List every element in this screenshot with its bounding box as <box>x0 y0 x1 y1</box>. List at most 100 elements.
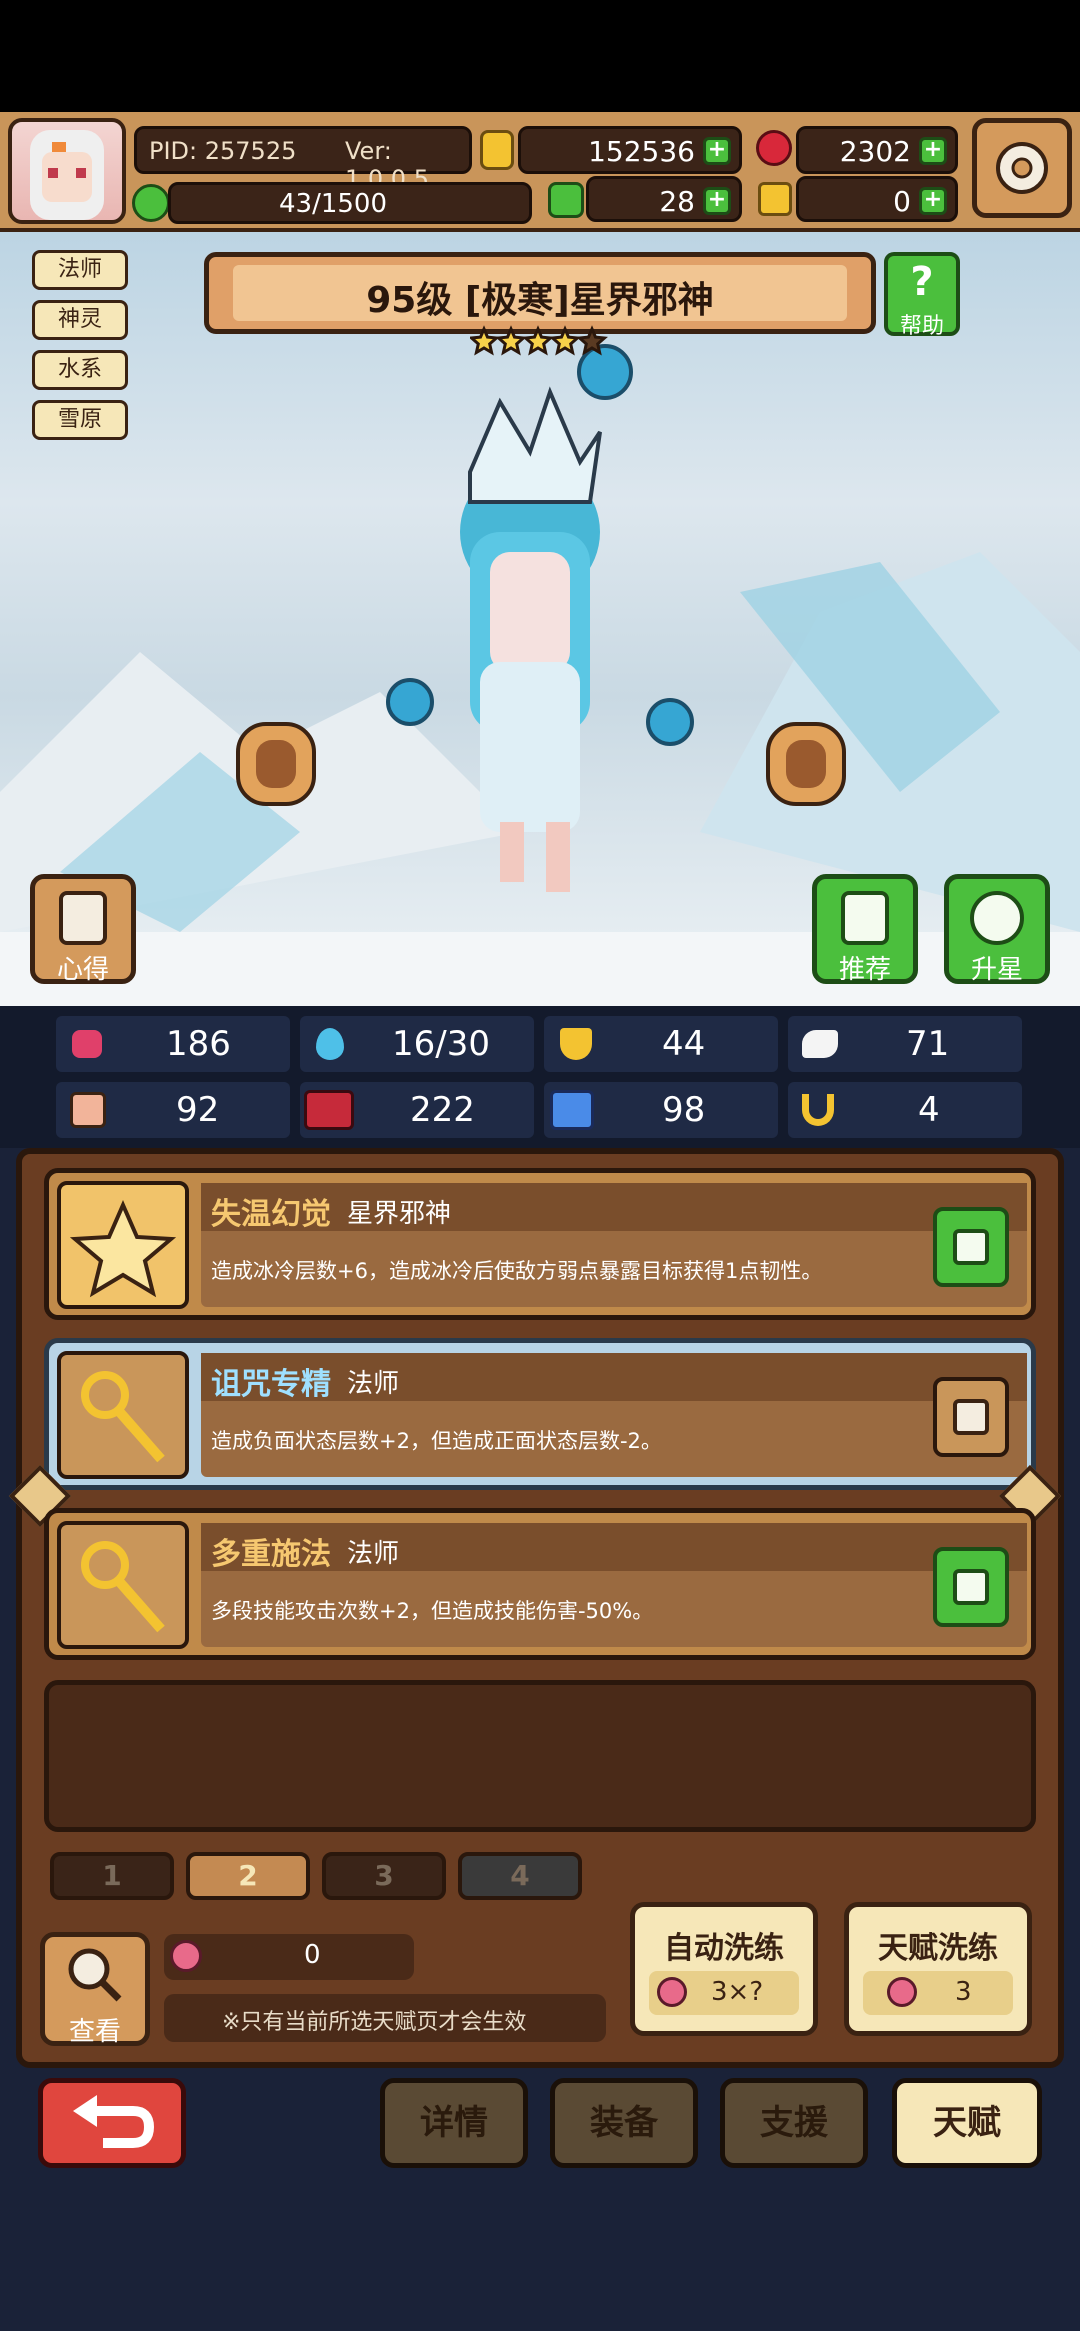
help-button[interactable]: ? 帮助 <box>884 252 960 339</box>
view-label: 查看 <box>68 2017 121 2047</box>
notes-button[interactable]: 心得 <box>30 874 136 985</box>
add-key-button[interactable]: + <box>919 187 947 215</box>
skill-left-icon <box>256 740 296 788</box>
auto-reroll-button[interactable]: 自动洗练 3×? <box>630 1902 818 2036</box>
talent-3-name: 多重施法 <box>211 1537 331 1572</box>
settings-button[interactable] <box>972 118 1072 218</box>
star-icon <box>69 1200 177 1298</box>
thumbs-up-icon <box>841 891 889 945</box>
star-filled-icon <box>549 325 581 356</box>
status-bar <box>0 0 1080 112</box>
equipment-tab[interactable]: 装备 <box>550 2078 698 2168</box>
talent-card-2[interactable]: 诅咒专精 法师 造成负面状态层数+2，但造成正面状态层数-2。 <box>44 1338 1036 1490</box>
clover-icon <box>132 184 170 222</box>
support-tab[interactable]: 支援 <box>720 2078 868 2168</box>
reroll-note-text: ※只有当前所选天赋页才会生效 <box>222 2010 527 2035</box>
add-gold-button[interactable]: + <box>703 137 731 165</box>
notes-label: 心得 <box>56 955 109 985</box>
tag-snowfield[interactable]: 雪原 <box>32 400 128 440</box>
tag-mage[interactable]: 法师 <box>32 250 128 290</box>
back-button[interactable] <box>38 2078 186 2168</box>
stamina-value: 43/1500 <box>279 189 388 219</box>
ruby-icon <box>756 130 792 166</box>
defense-value: 44 <box>662 1024 706 1064</box>
luck-value: 4 <box>918 1090 940 1130</box>
hp-value: 186 <box>166 1024 231 1064</box>
stats-panel: 186 16/30 44 71 92 222 98 4 <box>0 1006 1080 1148</box>
recommend-button[interactable]: 推荐 <box>812 874 918 985</box>
avatar[interactable] <box>8 118 126 224</box>
add-gem-button[interactable]: + <box>919 137 947 165</box>
talent-3-icon-box <box>57 1521 189 1649</box>
talent-card-1[interactable]: 失温幻觉 星界邪神 造成冰冷层数+6，造成冰冷后使敌方弱点暴露目标获得1点韧性。 <box>44 1168 1036 1320</box>
star-filled-icon <box>495 325 527 356</box>
skill-medallion-right[interactable] <box>766 722 846 806</box>
stat-hp: 186 <box>56 1016 290 1072</box>
gold-value: 152536 <box>588 135 695 168</box>
add-clover-button[interactable]: + <box>703 187 731 215</box>
stat-defense: 44 <box>544 1016 778 1072</box>
magic-value: 222 <box>410 1090 475 1130</box>
attack-value: 92 <box>176 1090 220 1130</box>
gem-value: 2302 <box>839 135 911 168</box>
talent-card-3[interactable]: 多重施法 法师 多段技能攻击次数+2，但造成技能伤害-50%。 <box>44 1508 1036 1660</box>
star-empty-icon <box>576 325 608 356</box>
star-up-button[interactable]: 升星 <box>944 874 1050 985</box>
talent-1-name: 失温幻觉 <box>211 1197 331 1232</box>
skill-medallion-left[interactable] <box>236 722 316 806</box>
spellbook-icon <box>304 1090 354 1130</box>
talent-reroll-cost: 3 <box>955 1977 972 2007</box>
return-arrow-icon <box>73 2095 155 2148</box>
star-filled-icon <box>522 325 554 356</box>
lock-closed-icon <box>953 1229 989 1265</box>
speed-value: 71 <box>906 1024 950 1064</box>
lock-open-icon <box>953 1399 989 1435</box>
hero-tags: 法师 神灵 水系 雪原 <box>32 250 128 440</box>
staff-icon <box>81 1541 165 1633</box>
key-value: 0 <box>893 185 911 218</box>
star-filled-icon <box>468 325 500 356</box>
key-icon <box>758 182 792 216</box>
talent-3-body: 多重施法 法师 多段技能攻击次数+2，但造成技能伤害-50%。 <box>201 1523 1027 1647</box>
potion-count: 0 <box>304 1940 321 1970</box>
tag-divine[interactable]: 神灵 <box>32 300 128 340</box>
talent-tab[interactable]: 天赋 <box>892 2078 1042 2168</box>
talent-1-lock-button[interactable] <box>933 1207 1009 1287</box>
tag-water[interactable]: 水系 <box>32 350 128 390</box>
details-tab[interactable]: 详情 <box>380 2078 528 2168</box>
clover-value: 28 <box>659 185 695 218</box>
talent-1-body: 失温幻觉 星界邪神 造成冰冷层数+6，造成冰冷后使敌方弱点暴露目标获得1点韧性。 <box>201 1183 1027 1307</box>
horseshoe-icon <box>802 1094 834 1126</box>
auto-reroll-label: 自动洗练 <box>664 1931 784 1966</box>
talent-page-tab-1[interactable]: 1 <box>50 1852 174 1900</box>
pid-bar: PID: 257525 Ver: 1.0.0.5 <box>134 126 472 193</box>
tome-icon <box>550 1090 594 1130</box>
talent-reroll-button[interactable]: 天赋洗练 3 <box>844 1902 1032 2036</box>
talent-1-desc: 造成冰冷层数+6，造成冰冷后使敌方弱点暴露目标获得1点韧性。 <box>211 1259 823 1283</box>
question-icon: ? <box>910 259 934 305</box>
gear-icon <box>996 142 1048 194</box>
potion-icon <box>657 1977 687 2007</box>
gold-coin-icon <box>480 130 514 170</box>
talent-1-category: 星界邪神 <box>347 1199 452 1229</box>
talent-2-category: 法师 <box>347 1369 400 1399</box>
talent-2-name: 诅咒专精 <box>211 1367 331 1402</box>
talent-page-tab-2[interactable]: 2 <box>186 1852 310 1900</box>
potion-counter: 0 <box>164 1934 414 1980</box>
talent-1-icon-box <box>57 1181 189 1309</box>
stat-speed: 71 <box>788 1016 1022 1072</box>
talent-2-body: 诅咒专精 法师 造成负面状态层数+2，但造成正面状态层数-2。 <box>201 1353 1027 1477</box>
talent-2-icon-box <box>57 1351 189 1479</box>
talent-2-lock-button[interactable] <box>933 1377 1009 1457</box>
talent-page-tab-4[interactable]: 4 <box>458 1852 582 1900</box>
stat-mana: 16/30 <box>300 1016 534 1072</box>
talent-page-tab-3[interactable]: 3 <box>322 1852 446 1900</box>
stat-luck: 4 <box>788 1082 1022 1138</box>
stat-magic: 222 <box>300 1082 534 1138</box>
gem-counter: 2302 + <box>796 126 958 174</box>
view-button[interactable]: 查看 <box>40 1932 150 2047</box>
stat-book: 98 <box>544 1082 778 1138</box>
talent-reroll-cost-box: 3 <box>863 1971 1013 2015</box>
talent-3-lock-button[interactable] <box>933 1547 1009 1627</box>
mana-value: 16/30 <box>392 1024 490 1064</box>
